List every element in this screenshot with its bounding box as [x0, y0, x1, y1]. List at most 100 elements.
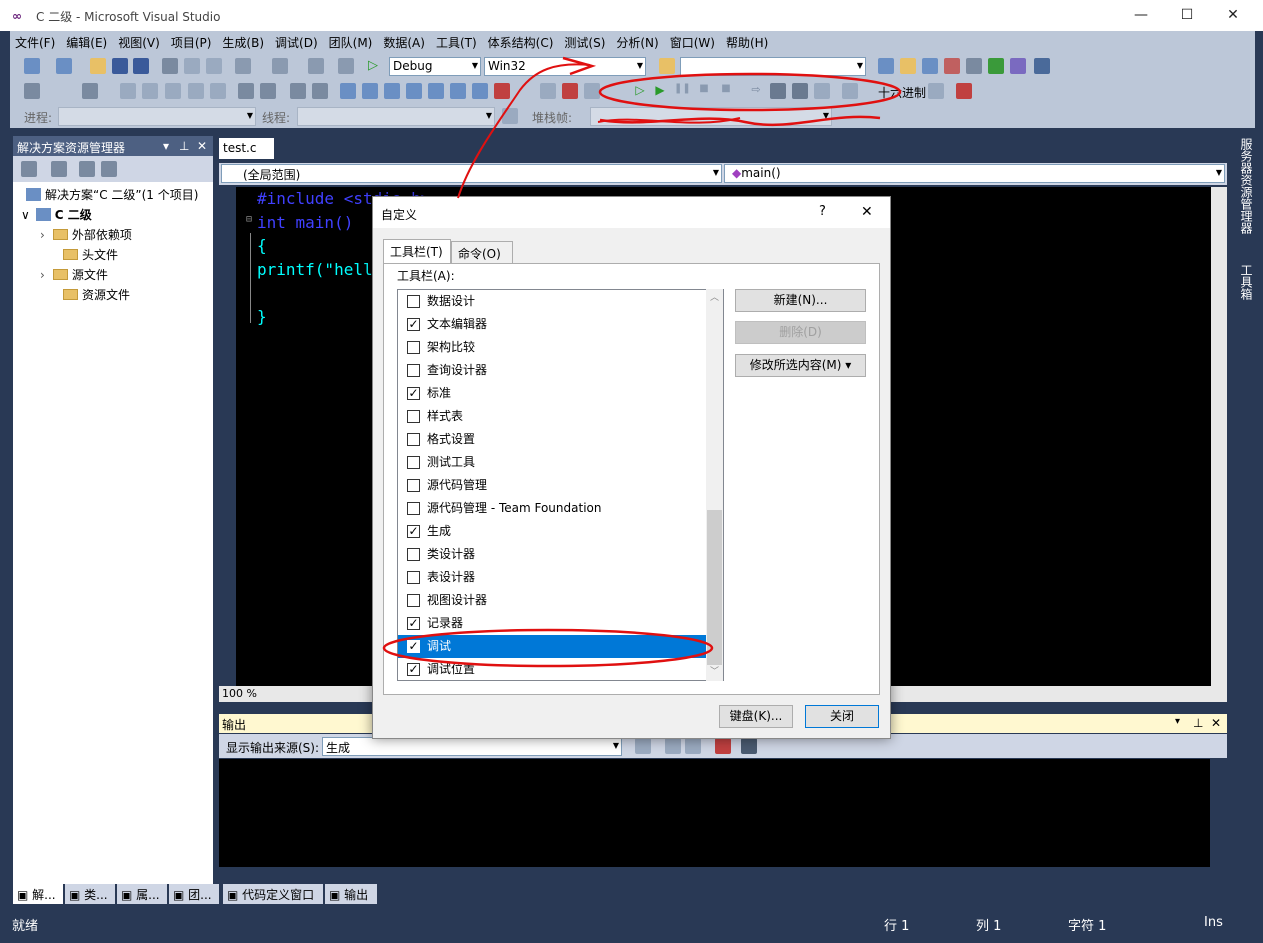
toolbar-list-item[interactable]: 源代码管理 - Team Foundation: [398, 497, 706, 520]
toolbox-icon[interactable]: [944, 58, 960, 74]
indent-icon[interactable]: [260, 83, 276, 99]
toolbar-checkbox[interactable]: [407, 364, 420, 377]
prev-bookmark-folder-icon[interactable]: [406, 83, 422, 99]
server-explorer-tab[interactable]: 服务器资源管理器: [1238, 138, 1255, 234]
tab-team-explorer[interactable]: ▣ 团...: [169, 884, 219, 904]
menu-project[interactable]: 项目(P): [166, 31, 218, 51]
menu-debug[interactable]: 调试(D): [270, 31, 324, 51]
keyboard-button[interactable]: 键盘(K)...: [719, 705, 793, 728]
properties-icon[interactable]: [21, 161, 37, 177]
properties-icon[interactable]: [900, 58, 916, 74]
toolbar-checkbox[interactable]: [407, 571, 420, 584]
minimize-button[interactable]: —: [1118, 0, 1164, 30]
breakpoints-icon[interactable]: [842, 83, 858, 99]
next-bookmark-icon[interactable]: [384, 83, 400, 99]
navigate-forward-icon[interactable]: [338, 58, 354, 74]
save-icon[interactable]: [112, 58, 128, 74]
step-out-icon[interactable]: [814, 83, 830, 99]
pin-icon[interactable]: ⊥: [1193, 716, 1203, 730]
platform-combo[interactable]: Win32 ▼: [484, 57, 646, 76]
clear-bookmarks-icon[interactable]: [494, 83, 510, 99]
extension-icon[interactable]: [1010, 58, 1026, 74]
tools-icon[interactable]: [966, 58, 982, 74]
toolbar-checkbox[interactable]: ✓: [407, 640, 420, 653]
function-combo[interactable]: ◆main() ▼: [724, 164, 1225, 183]
param-info-icon[interactable]: [82, 83, 98, 99]
toolbar-list-item[interactable]: 查询设计器: [398, 359, 706, 382]
hex-label[interactable]: 十六进制: [878, 84, 926, 101]
debug-options-icon[interactable]: [928, 83, 944, 99]
pause-icon[interactable]: ❚❚: [674, 83, 691, 99]
help-button[interactable]: ?: [819, 204, 826, 219]
open-file-icon[interactable]: [90, 58, 106, 74]
start-debug-icon[interactable]: ▷: [368, 58, 384, 74]
undo-icon[interactable]: [235, 58, 251, 74]
restart-debug-icon[interactable]: ■: [718, 83, 734, 99]
toolbar-list-item[interactable]: ✓ 调试: [398, 635, 706, 658]
restart-icon[interactable]: [584, 83, 600, 99]
menu-edit[interactable]: 编辑(E): [61, 31, 113, 51]
scope-combo[interactable]: (全局范围) ▼: [221, 164, 722, 183]
menu-file[interactable]: 文件(F): [10, 31, 61, 51]
menu-window[interactable]: 窗口(W): [665, 31, 721, 51]
toolbar-list-item[interactable]: 表设计器: [398, 566, 706, 589]
add-item-icon[interactable]: [56, 58, 72, 74]
prev-message-icon[interactable]: [665, 738, 681, 754]
pane-close-icon[interactable]: ✕: [197, 139, 207, 153]
menu-analyze[interactable]: 分析(N): [611, 31, 664, 51]
tab-commands[interactable]: 命令(O): [451, 241, 513, 263]
step-over-icon[interactable]: [792, 83, 808, 99]
redo-icon[interactable]: [272, 58, 288, 74]
complete-word-icon[interactable]: [142, 83, 158, 99]
toolbox-tab[interactable]: 工具箱: [1238, 264, 1255, 300]
list-members-icon[interactable]: [24, 83, 40, 99]
find-in-files-icon[interactable]: [659, 58, 675, 74]
menu-tools[interactable]: 工具(T): [431, 31, 483, 51]
navigate-back-icon[interactable]: [308, 58, 324, 74]
tab-property-manager[interactable]: ▣ 属...: [117, 884, 167, 904]
tab-toolbars[interactable]: 工具栏(T): [383, 239, 451, 263]
flag-icon[interactable]: [502, 108, 518, 124]
toolbar-list-item[interactable]: 源代码管理: [398, 474, 706, 497]
thread-combo[interactable]: ▼: [297, 107, 495, 126]
breakpoint-window-icon[interactable]: [956, 83, 972, 99]
tree-item-sources[interactable]: › 源文件: [40, 266, 108, 283]
pin-icon[interactable]: ⊥: [179, 139, 189, 153]
stop-debug-icon[interactable]: [562, 83, 578, 99]
menu-test[interactable]: 测试(S): [559, 31, 611, 51]
toolbar-checkbox[interactable]: [407, 502, 420, 515]
tab-output[interactable]: ▣ 输出: [325, 884, 377, 904]
next-bookmark-doc-icon[interactable]: [472, 83, 488, 99]
cut-icon[interactable]: [162, 58, 178, 74]
view-code-icon[interactable]: [79, 161, 95, 177]
menu-team[interactable]: 团队(M): [324, 31, 379, 51]
show-all-files-icon[interactable]: [51, 161, 67, 177]
stack-combo[interactable]: ▼: [590, 107, 832, 126]
toolbar-checkbox[interactable]: [407, 341, 420, 354]
config-combo[interactable]: Debug ▼: [389, 57, 481, 76]
copy-icon[interactable]: [184, 58, 200, 74]
menu-architecture[interactable]: 体系结构(C): [483, 31, 560, 51]
toolbar-checkbox[interactable]: [407, 410, 420, 423]
menu-help[interactable]: 帮助(H): [721, 31, 774, 51]
toolbar-list-item[interactable]: 视图设计器: [398, 589, 706, 612]
toolbar-list-item[interactable]: 架构比较: [398, 336, 706, 359]
toolbar-checkbox[interactable]: ✓: [407, 617, 420, 630]
solution-explorer-icon[interactable]: [878, 58, 894, 74]
comment-icon[interactable]: [290, 83, 306, 99]
collapse-outline-icon[interactable]: ⊟: [246, 214, 252, 225]
outdent-icon[interactable]: [238, 83, 254, 99]
toolbar-checkbox[interactable]: ✓: [407, 663, 420, 676]
menu-view[interactable]: 视图(V): [113, 31, 166, 51]
collapse-icon[interactable]: ∨: [21, 208, 30, 222]
toolbar-checkbox[interactable]: [407, 479, 420, 492]
new-toolbar-button[interactable]: 新建(N)...: [735, 289, 866, 312]
toolbar-list-item[interactable]: 类设计器: [398, 543, 706, 566]
modify-selection-button[interactable]: 修改所选内容(M) ▾: [735, 354, 866, 377]
toolbar-list-item[interactable]: 数据设计: [398, 290, 706, 313]
toolbar-checkbox[interactable]: ✓: [407, 387, 420, 400]
quick-info-icon[interactable]: [120, 83, 136, 99]
bookmark-icon[interactable]: [210, 83, 226, 99]
paste-icon[interactable]: [206, 58, 222, 74]
listbox-scroll-thumb[interactable]: [707, 510, 722, 665]
